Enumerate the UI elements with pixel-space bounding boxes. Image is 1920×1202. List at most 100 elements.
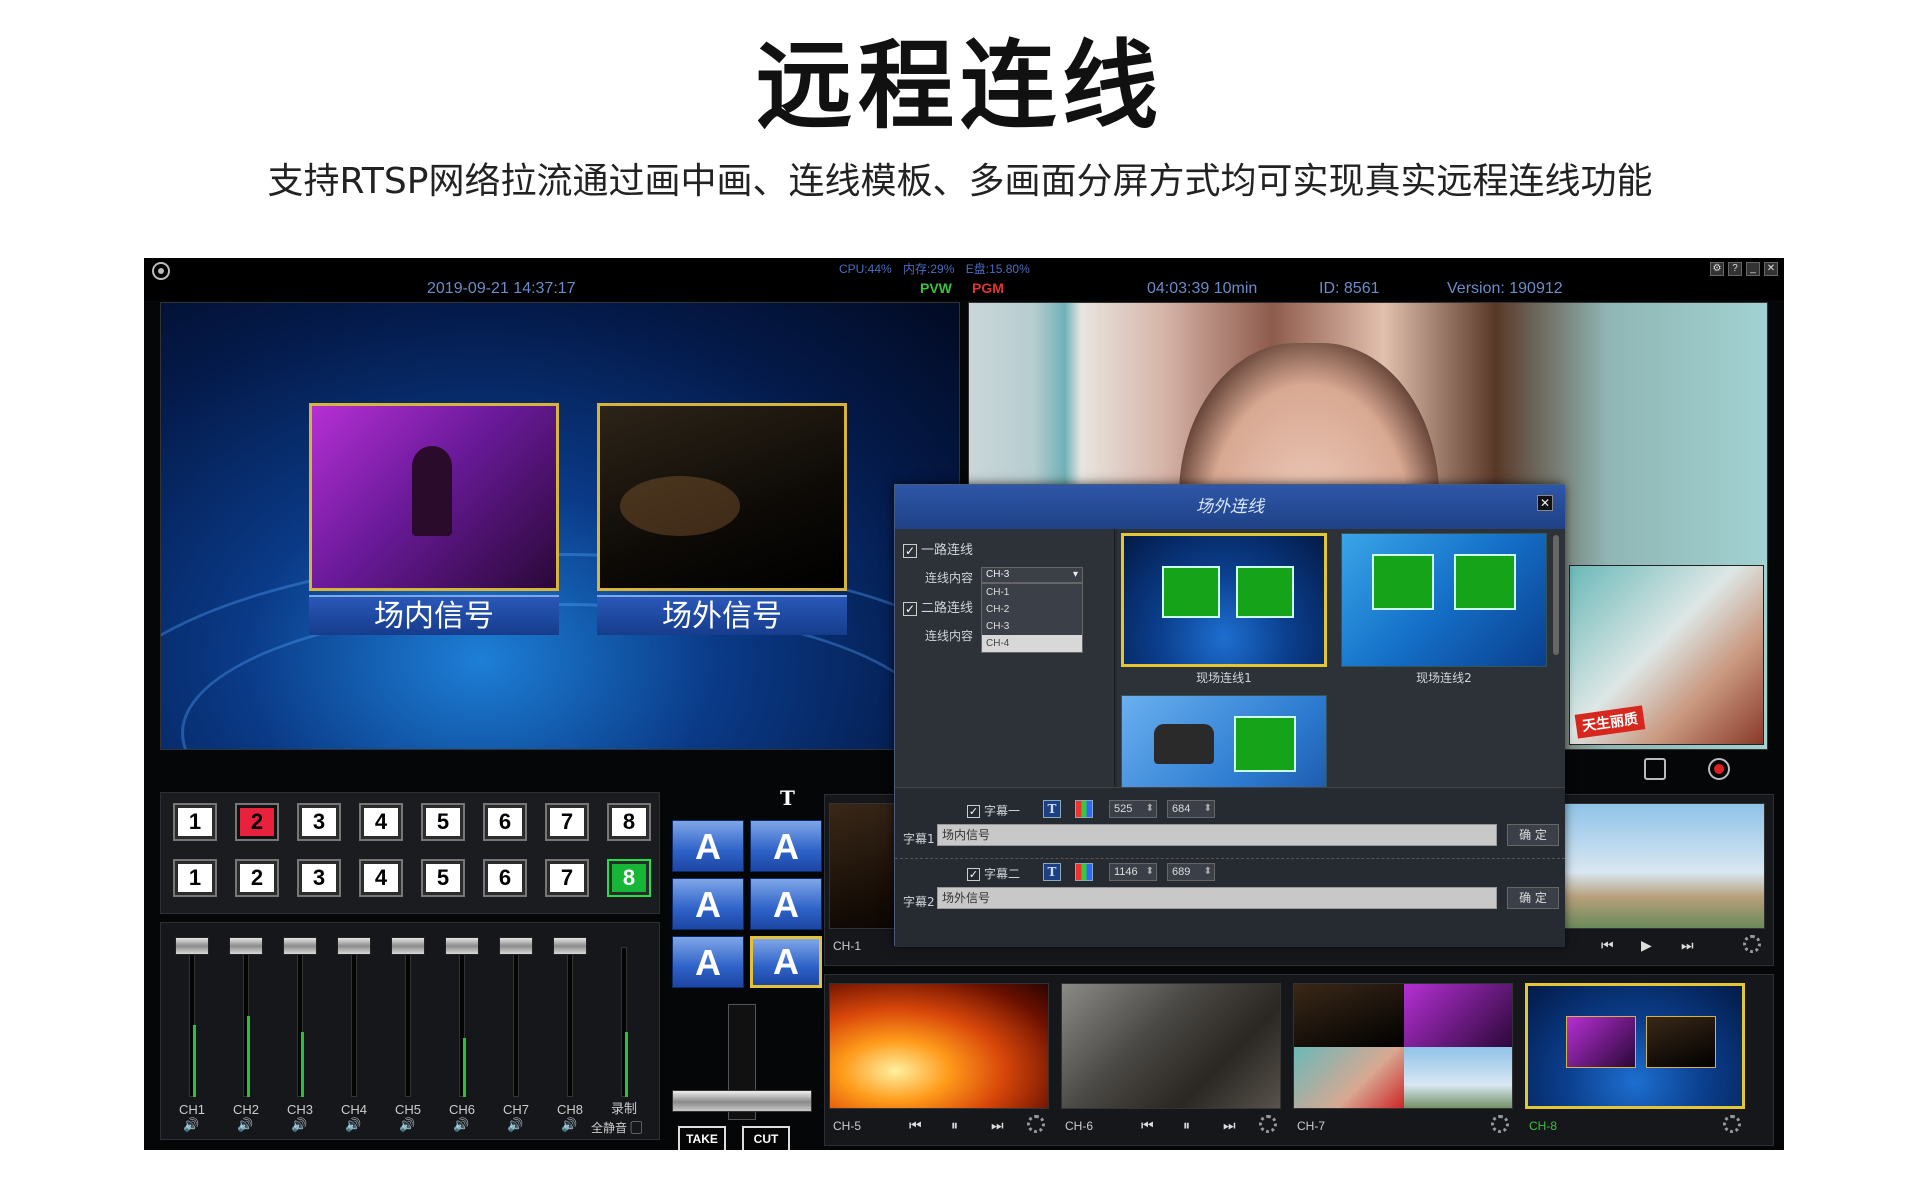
source-thumbnail[interactable] (1293, 983, 1513, 1109)
text-style-icon[interactable]: T (1043, 800, 1061, 818)
line1-checkbox[interactable]: ✓ 一路连线 (903, 539, 973, 558)
speaker-icon[interactable]: 🔊 (507, 1117, 523, 1133)
next-icon[interactable]: ⏭ (991, 1117, 1004, 1134)
preview-bus-button-5[interactable]: 5 (421, 859, 465, 897)
caption1-x-input[interactable]: 525 (1109, 800, 1157, 818)
caption2-x-input[interactable]: 1146 (1109, 863, 1157, 881)
preview-bus-button-6[interactable]: 6 (483, 859, 527, 897)
preview-bus-button-3[interactable]: 3 (297, 859, 341, 897)
pip-outer-signal[interactable] (597, 403, 847, 591)
caption1-y-input[interactable]: 684 (1167, 800, 1215, 818)
source-settings-icon[interactable] (1723, 1115, 1741, 1133)
template-scrollbar[interactable] (1553, 535, 1559, 655)
speaker-icon[interactable]: 🔊 (453, 1117, 469, 1133)
content-option[interactable]: CH-1 (982, 584, 1082, 601)
source-thumbnail[interactable] (1545, 803, 1765, 929)
speaker-icon[interactable]: 🔊 (345, 1117, 361, 1133)
preview-monitor[interactable]: 场内信号 场外信号 (160, 302, 960, 750)
transition-effect-button[interactable]: A (672, 936, 744, 988)
pause-icon[interactable]: ⏸ (1183, 1117, 1190, 1134)
minimize-icon[interactable]: _ (1746, 262, 1760, 276)
play-icon[interactable]: ▶ (1641, 937, 1652, 954)
program-bus-button-2[interactable]: 2 (235, 803, 279, 841)
content-select[interactable]: CH-3 (981, 567, 1083, 583)
program-bus-button-1[interactable]: 1 (173, 803, 217, 841)
source-settings-icon[interactable] (1743, 935, 1761, 953)
program-bus-button-6[interactable]: 6 (483, 803, 527, 841)
caption2-ok-button[interactable]: 确 定 (1507, 887, 1559, 909)
fader-knob[interactable] (499, 937, 533, 955)
content-option[interactable]: CH-4 (982, 635, 1082, 652)
next-icon[interactable]: ⏭ (1681, 937, 1694, 954)
source-ch-8[interactable]: CH-8 (1525, 983, 1745, 1139)
template-1[interactable] (1121, 533, 1327, 667)
caption2-checkbox[interactable]: ✓ 字幕二 (967, 865, 1020, 882)
transition-effect-button[interactable]: A (750, 820, 822, 872)
fader-knob[interactable] (553, 937, 587, 955)
program-bus-button-7[interactable]: 7 (545, 803, 589, 841)
prev-icon[interactable]: ⏮ (1601, 937, 1614, 954)
settings-icon[interactable]: ⚙ (1710, 262, 1724, 276)
tbar-handle[interactable] (672, 1090, 812, 1112)
transition-effect-button[interactable]: A (750, 878, 822, 930)
next-icon[interactable]: ⏭ (1223, 1117, 1236, 1134)
source-ch-5[interactable]: CH-5 ⏮ ⏸ ⏭ (829, 983, 1049, 1139)
fader-knob[interactable] (391, 937, 425, 955)
preview-bus-button-7[interactable]: 7 (545, 859, 589, 897)
preview-bus-button-2[interactable]: 2 (235, 859, 279, 897)
caption1-checkbox[interactable]: ✓ 字幕一 (967, 802, 1020, 819)
speaker-icon[interactable]: 🔊 (237, 1117, 253, 1133)
program-bus-button-3[interactable]: 3 (297, 803, 341, 841)
pause-icon[interactable]: ⏸ (951, 1117, 958, 1134)
speaker-icon[interactable]: 🔊 (561, 1117, 577, 1133)
speaker-icon[interactable]: 🔊 (183, 1117, 199, 1133)
fader-knob[interactable] (229, 937, 263, 955)
source-ch-6[interactable]: CH-6 ⏮ ⏸ ⏭ (1061, 983, 1281, 1139)
preview-bus-button-1[interactable]: 1 (173, 859, 217, 897)
speaker-icon[interactable]: 🔊 (291, 1117, 307, 1133)
snapshot-icon[interactable] (1644, 758, 1666, 780)
record-icon[interactable] (1708, 758, 1730, 780)
transition-effect-button[interactable]: A (672, 820, 744, 872)
source-settings-icon[interactable] (1027, 1115, 1045, 1133)
dialog-close-button[interactable]: ✕ (1537, 495, 1553, 511)
fader-knob[interactable] (445, 937, 479, 955)
prev-icon[interactable]: ⏮ (1141, 1117, 1154, 1134)
title-icon[interactable]: T (780, 786, 795, 810)
color-palette-icon[interactable] (1075, 863, 1093, 881)
preview-bus-button-4[interactable]: 4 (359, 859, 403, 897)
preview-bus-button-8[interactable]: 8 (607, 859, 651, 897)
caption1-ok-button[interactable]: 确 定 (1507, 824, 1559, 846)
content-option[interactable]: CH-2 (982, 601, 1082, 618)
speaker-icon[interactable]: 🔊 (399, 1117, 415, 1133)
program-bus-button-5[interactable]: 5 (421, 803, 465, 841)
fader-knob[interactable] (283, 937, 317, 955)
caption1-text-input[interactable]: 场内信号 (937, 824, 1497, 846)
source-thumbnail[interactable] (1061, 983, 1281, 1109)
take-button[interactable]: TAKE (678, 1126, 726, 1150)
transition-effect-button[interactable]: A (672, 878, 744, 930)
source-settings-icon[interactable] (1259, 1115, 1277, 1133)
pip-inner-signal[interactable] (309, 403, 559, 591)
content-option[interactable]: CH-3 (982, 618, 1082, 635)
source-ch-4[interactable]: ⏮ ▶ ⏭ (1545, 803, 1765, 959)
caption2-y-input[interactable]: 689 (1167, 863, 1215, 881)
fader-knob[interactable] (337, 937, 371, 955)
fader-knob[interactable] (175, 937, 209, 955)
transition-effect-button[interactable]: A (750, 936, 822, 988)
source-settings-icon[interactable] (1491, 1115, 1509, 1133)
text-style-icon[interactable]: T (1043, 863, 1061, 881)
color-palette-icon[interactable] (1075, 800, 1093, 818)
line2-checkbox[interactable]: ✓ 二路连线 (903, 597, 973, 616)
close-icon[interactable]: ✕ (1764, 262, 1778, 276)
cut-button[interactable]: CUT (742, 1126, 790, 1150)
prev-icon[interactable]: ⏮ (909, 1117, 922, 1134)
caption2-text-input[interactable]: 场外信号 (937, 887, 1497, 909)
program-bus-button-8[interactable]: 8 (607, 803, 651, 841)
source-thumbnail[interactable] (829, 983, 1049, 1109)
program-bus-button-4[interactable]: 4 (359, 803, 403, 841)
source-ch-7[interactable]: CH-7 (1293, 983, 1513, 1139)
template-2[interactable] (1341, 533, 1547, 667)
template-3[interactable] (1121, 695, 1327, 787)
app-logo-icon[interactable] (152, 262, 170, 280)
